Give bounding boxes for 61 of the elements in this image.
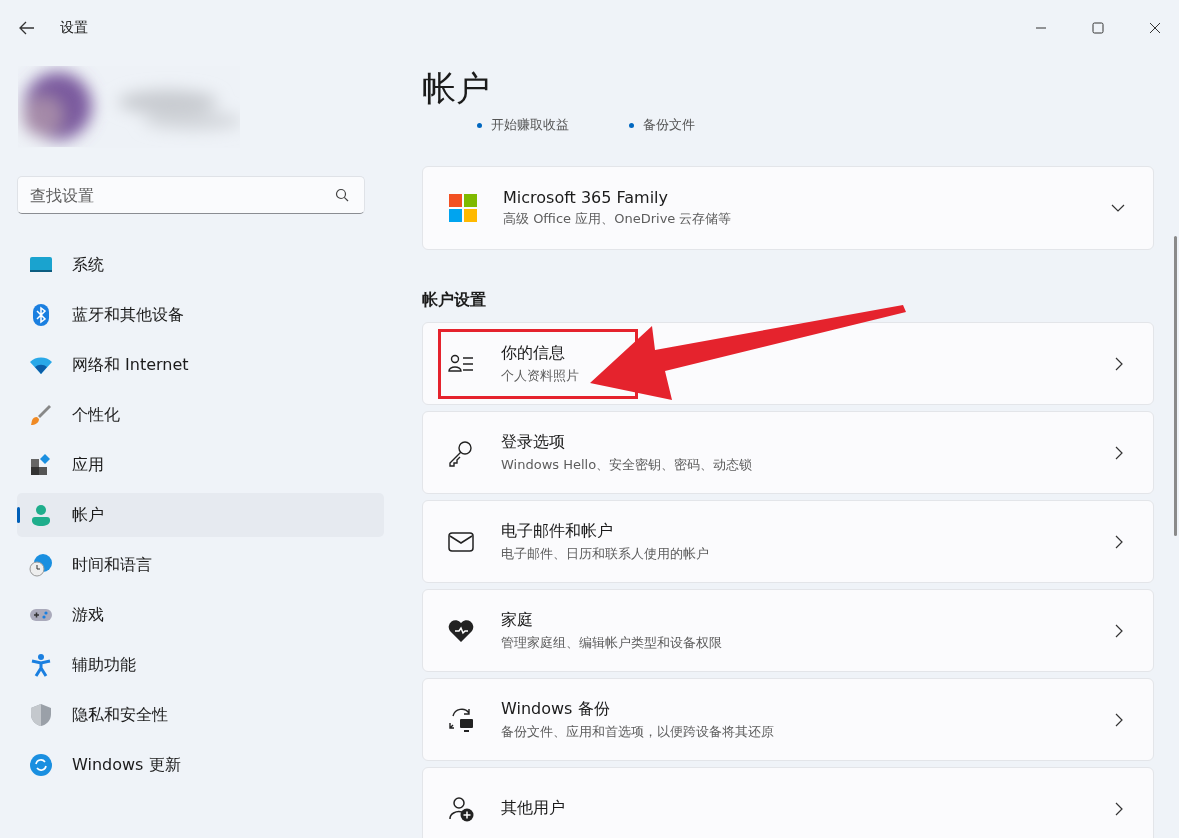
row-subtitle: Windows Hello、安全密钥、密码、动态锁 — [501, 455, 754, 474]
close-icon[interactable] — [1149, 22, 1161, 34]
windows-squares-icon — [449, 194, 477, 222]
sidebar-item[interactable]: 辅助功能 — [17, 643, 384, 687]
chevron-right-icon — [1115, 356, 1123, 371]
globe-clock-icon — [29, 553, 53, 577]
row-subtitle: 管理家庭组、编辑帐户类型和设备权限 — [501, 633, 723, 652]
row-subtitle: 备份文件、应用和首选项，以便跨设备将其还原 — [501, 722, 775, 741]
chevron-right-icon — [1115, 445, 1123, 460]
row-subtitle: 电子邮件、日历和联系人使用的帐户 — [501, 544, 710, 563]
back-icon[interactable] — [19, 21, 35, 35]
sidebar-item[interactable]: 蓝牙和其他设备 — [17, 293, 384, 337]
sidebar-item[interactable]: 隐私和安全性 — [17, 693, 384, 737]
search-icon — [335, 188, 349, 202]
row-subtitle: 个人资料照片 — [501, 366, 580, 385]
maximize-icon[interactable] — [1092, 22, 1104, 34]
subscription-card[interactable]: Microsoft 365 Family 高级 Office 应用、OneDrive 云存储等 — [422, 166, 1154, 250]
chevron-right-icon — [1115, 623, 1123, 638]
card-subtitle: 高级 Office 应用、OneDrive 云存储等 — [503, 210, 733, 228]
sidebar-item[interactable]: 游戏 — [17, 593, 384, 637]
chevron-right-icon — [1115, 534, 1123, 549]
row-title: 家庭 — [501, 609, 534, 631]
accessibility-icon — [29, 653, 53, 677]
person-icon — [29, 503, 53, 527]
section-title: 帐户设置 — [422, 290, 487, 311]
key-icon — [447, 438, 475, 467]
bullet-text: 备份文件 — [643, 116, 695, 134]
settings-row[interactable]: 其他用户 — [422, 767, 1154, 838]
scrollbar[interactable] — [1174, 236, 1177, 536]
chevron-right-icon — [1115, 801, 1123, 816]
row-title: 登录选项 — [501, 431, 566, 453]
shield-icon — [29, 703, 53, 727]
apps-icon — [29, 453, 53, 477]
chevron-down-icon[interactable] — [1111, 204, 1125, 212]
bullet-dot — [477, 122, 482, 128]
person-add-icon — [447, 794, 475, 823]
bullet-text: 开始赚取收益 — [491, 116, 569, 134]
row-title: 你的信息 — [501, 342, 566, 364]
sidebar-item[interactable]: 系统 — [17, 243, 384, 287]
brush-icon — [29, 403, 53, 427]
refresh-icon — [29, 753, 53, 777]
window-title: 设置 — [60, 19, 88, 37]
settings-row[interactable]: 你的信息 个人资料照片 — [422, 322, 1154, 405]
sidebar-item[interactable]: 网络和 Internet — [17, 343, 384, 387]
row-title: 电子邮件和帐户 — [501, 520, 614, 542]
sidebar-item[interactable]: 时间和语言 — [17, 543, 384, 587]
card-title: Microsoft 365 Family — [503, 188, 669, 207]
row-title: Windows 备份 — [501, 698, 611, 720]
chevron-right-icon — [1115, 712, 1123, 727]
row-title: 其他用户 — [501, 798, 566, 819]
sidebar-item[interactable]: 帐户 — [17, 493, 384, 537]
settings-row[interactable]: Windows 备份 备份文件、应用和首选项，以便跨设备将其还原 — [422, 678, 1154, 761]
page-title: 帐户 — [422, 67, 491, 110]
settings-row[interactable]: 登录选项 Windows Hello、安全密钥、密码、动态锁 — [422, 411, 1154, 494]
settings-row[interactable]: 家庭 管理家庭组、编辑帐户类型和设备权限 — [422, 589, 1154, 672]
sidebar-item[interactable]: Windows 更新 — [17, 743, 384, 787]
sidebar-item[interactable]: 个性化 — [17, 393, 384, 437]
search-field[interactable]: 查找设置 — [17, 176, 365, 214]
sidebar-item[interactable]: 应用 — [17, 443, 384, 487]
settings-row[interactable]: 电子邮件和帐户 电子邮件、日历和联系人使用的帐户 — [422, 500, 1154, 583]
bullet-dot — [629, 122, 634, 128]
